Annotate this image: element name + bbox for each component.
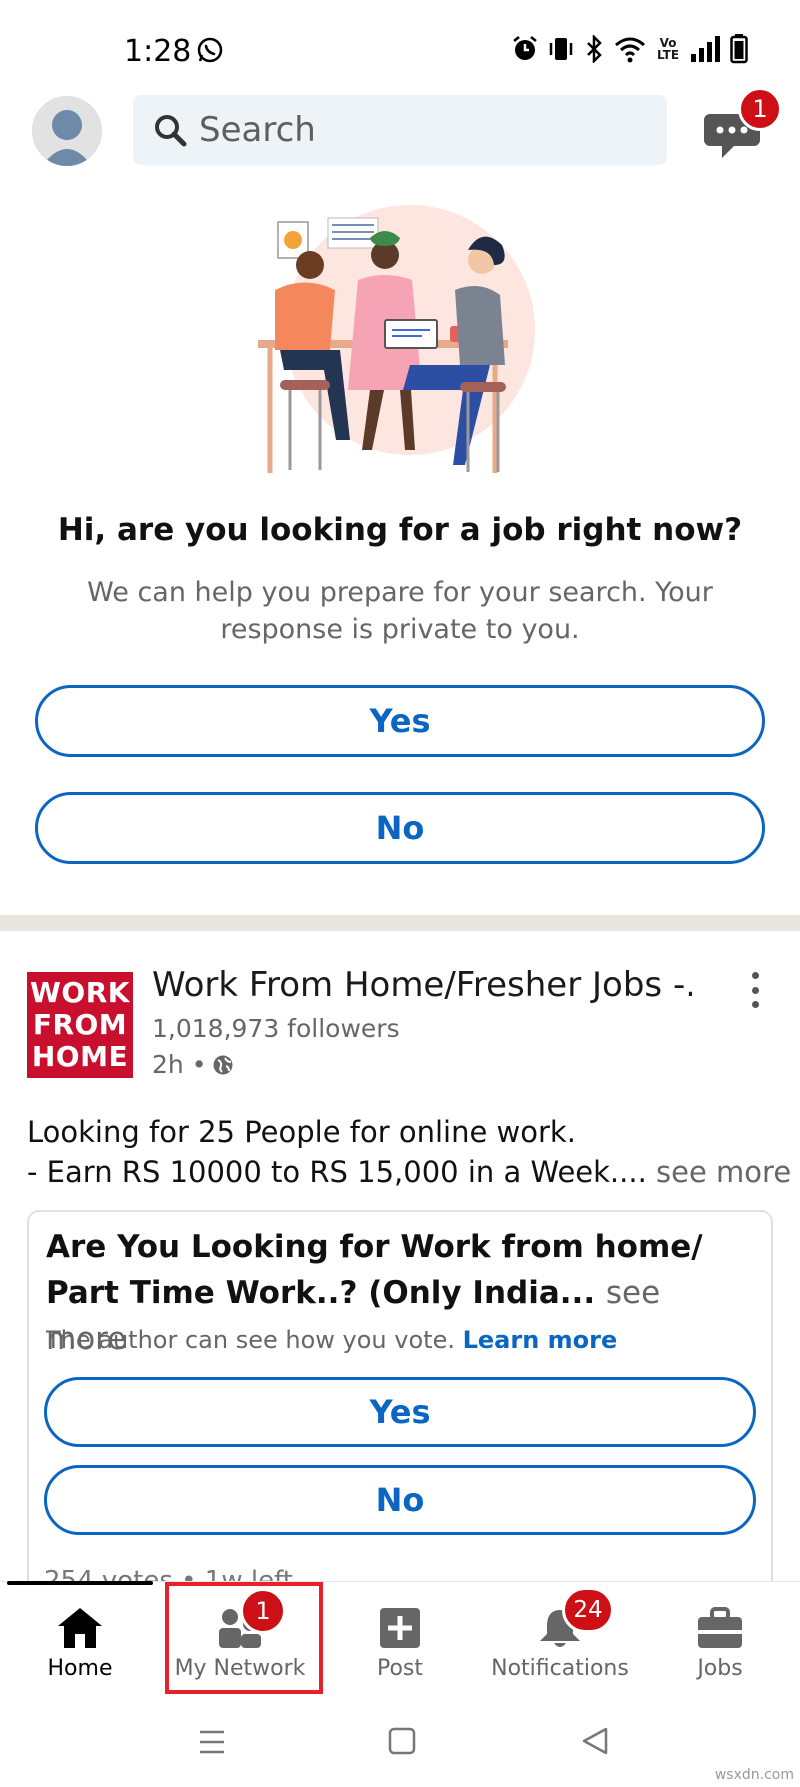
job-prompt-yes-button[interactable]: Yes: [35, 685, 765, 757]
logo-line: WORK: [30, 976, 130, 1009]
bluetooth-icon: [587, 35, 602, 63]
messages-badge: 1: [738, 87, 782, 131]
alarm-icon: [513, 36, 537, 60]
system-nav-bar: [0, 1700, 800, 1787]
nav-label: Jobs: [697, 1656, 743, 1681]
nav-post[interactable]: Post: [360, 1582, 440, 1692]
avatar[interactable]: [32, 96, 102, 166]
post-more-button[interactable]: [744, 972, 766, 1008]
nav-label: Home: [47, 1656, 113, 1681]
nav-home[interactable]: Home: [30, 1582, 130, 1692]
bottom-nav: Home My Network Post Notifications Jobs: [0, 1581, 800, 1691]
more-dot: [751, 1001, 759, 1008]
nav-label: Notifications: [491, 1656, 629, 1681]
logo-line: HOME: [31, 1040, 129, 1073]
status-bar: 1:28 Vo LTE: [0, 0, 800, 90]
search-bar[interactable]: Search: [133, 95, 667, 165]
wifi-icon: [615, 37, 645, 63]
company-logo[interactable]: WORK FROM HOME: [27, 972, 133, 1078]
whatsapp-icon: [197, 37, 223, 63]
post-text-line: - Earn RS 10000 to RS 15,000 in a Week..…: [27, 1155, 791, 1189]
section-divider: [0, 915, 800, 931]
profile-avatar-icon: [32, 96, 102, 166]
post-icon: [380, 1608, 420, 1648]
globe-icon: [213, 1055, 233, 1074]
more-dot: [751, 972, 759, 979]
status-icons: Vo LTE: [512, 34, 748, 64]
nav-jobs[interactable]: Jobs: [670, 1582, 770, 1692]
watermark: wsxdn.com: [714, 1767, 794, 1783]
job-prompt-subtext: We can help you prepare for your search.…: [87, 577, 713, 645]
volte-icon: Vo LTE: [656, 36, 680, 62]
poll-note-text: The author can see how you vote.: [46, 1326, 455, 1354]
poll-note: The author can see how you vote. Learn m…: [46, 1326, 617, 1354]
search-icon: [155, 115, 187, 147]
back-icon[interactable]: [580, 1726, 610, 1756]
signal-icon: [691, 36, 720, 62]
briefcase-icon: [698, 1607, 742, 1648]
active-tab-indicator: [7, 1581, 153, 1585]
menu-icon[interactable]: [198, 1728, 226, 1756]
search-placeholder: Search: [199, 110, 316, 150]
job-search-illustration: [258, 205, 535, 473]
see-more-link[interactable]: see more: [656, 1155, 791, 1189]
nav-label: Post: [376, 1656, 424, 1681]
post-text-line: Looking for 25 People for online work.: [27, 1115, 576, 1149]
poll-no-button[interactable]: No: [44, 1465, 756, 1535]
followers-count: 1,018,973 followers: [152, 1014, 400, 1043]
post-meta: 2h •: [152, 1050, 234, 1079]
vibrate-icon: [549, 38, 573, 60]
home-square-icon[interactable]: [388, 1726, 416, 1756]
post-text-content: - Earn RS 10000 to RS 15,000 in a Week..…: [27, 1155, 647, 1189]
my-network-badge: 1: [240, 1588, 286, 1634]
company-name[interactable]: Work From Home/Fresher Jobs -...: [152, 965, 692, 1005]
status-time: 1:28: [124, 34, 192, 69]
job-prompt-no-button[interactable]: No: [35, 792, 765, 864]
post-time: 2h •: [152, 1050, 207, 1079]
job-prompt-question: Hi, are you looking for a job right now?: [57, 512, 743, 548]
home-icon: [58, 1608, 102, 1648]
poll-yes-button[interactable]: Yes: [44, 1377, 756, 1447]
more-dot: [751, 986, 759, 994]
battery-icon: [730, 34, 748, 64]
logo-line: FROM: [32, 1008, 128, 1041]
poll-question-text: Are You Looking for Work from home/ Part…: [46, 1229, 703, 1311]
learn-more-link[interactable]: Learn more: [463, 1326, 618, 1354]
notifications-badge: 24: [562, 1587, 614, 1633]
